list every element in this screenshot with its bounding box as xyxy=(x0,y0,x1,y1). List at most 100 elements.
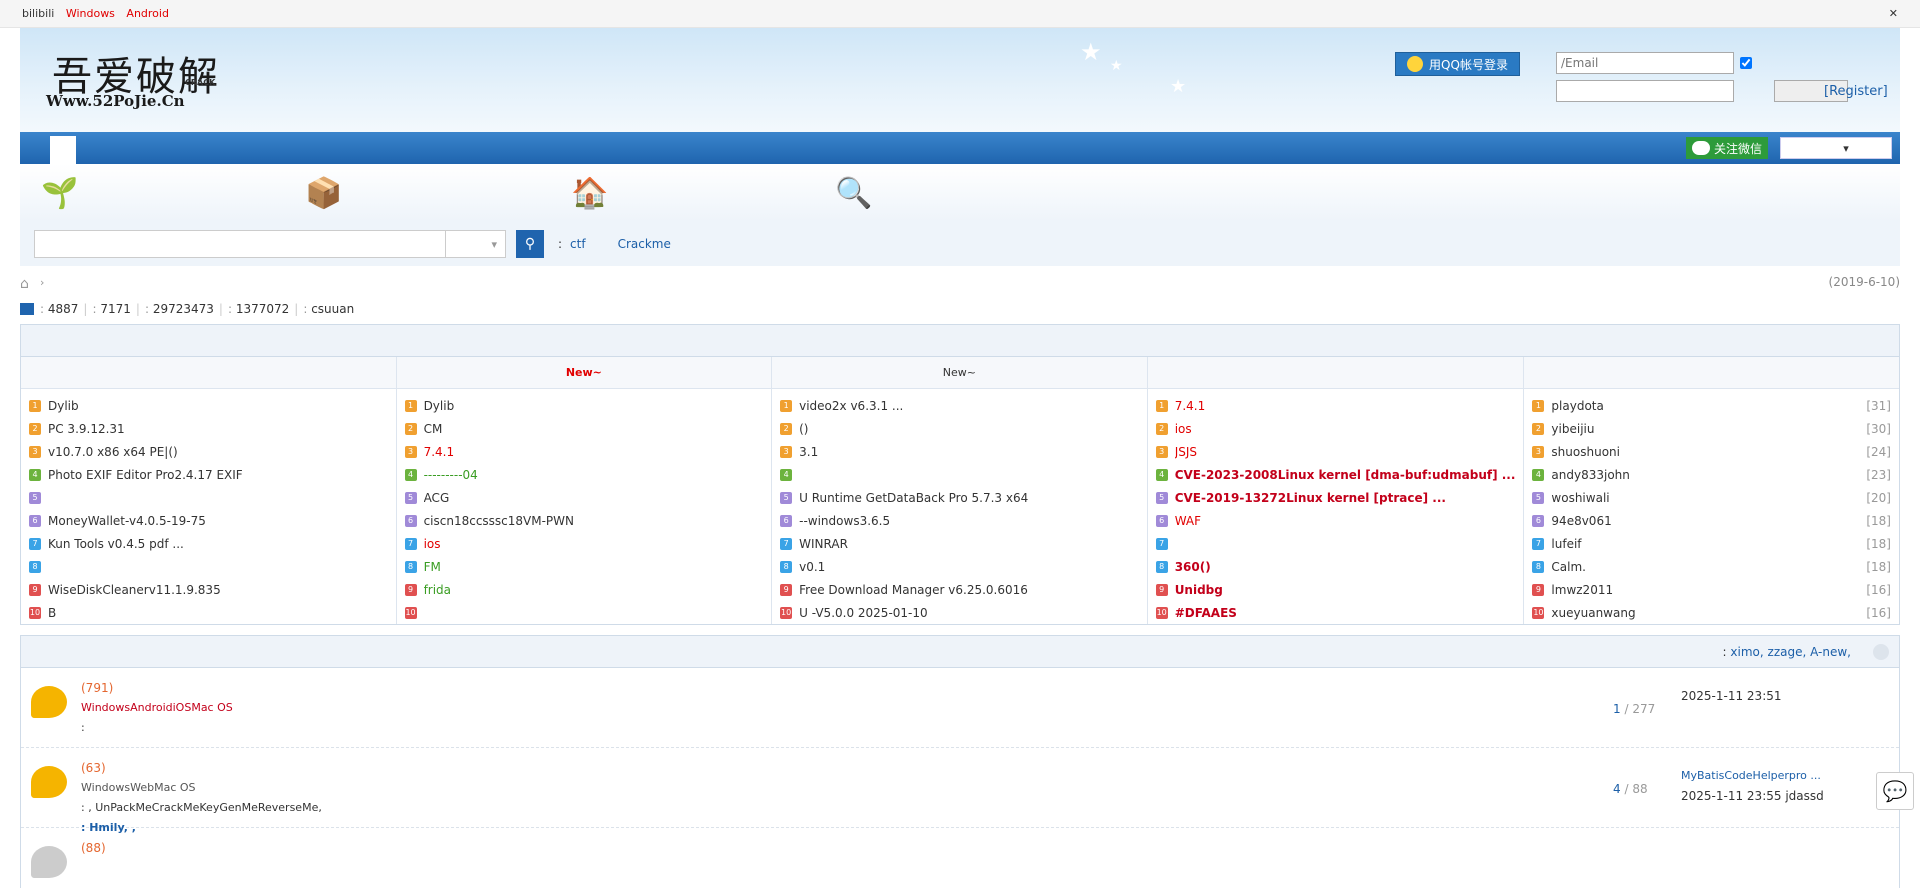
thread-title[interactable]: lmwz2011 xyxy=(1551,583,1613,597)
thread-title[interactable]: U Runtime GetDataBack Pro 5.7.3 x64 xyxy=(799,491,1028,505)
subnav-link[interactable] xyxy=(624,197,696,211)
thread-title[interactable]: WINRAR xyxy=(799,537,848,551)
collapse-toggle[interactable] xyxy=(1873,643,1889,660)
thread-item[interactable]: 3 v10.7.0 x86 x64 PE|() xyxy=(29,440,388,463)
subnav-link[interactable] xyxy=(94,197,166,211)
close-icon[interactable]: ✕ xyxy=(1889,7,1898,20)
last-post-title[interactable]: MyBatisCodeHelperpro ... xyxy=(1681,766,1824,786)
thread-item[interactable]: 1 Dylib xyxy=(404,394,764,417)
nav-item[interactable] xyxy=(128,132,154,164)
subnav-link[interactable] xyxy=(166,197,238,211)
home-icon[interactable]: ⌂ xyxy=(20,276,34,292)
thread-item[interactable]: 1 playdota [31] xyxy=(1532,394,1891,417)
thread-title[interactable]: JSJS xyxy=(1175,445,1197,459)
subnav-link[interactable] xyxy=(888,197,960,211)
thread-item[interactable]: 8 v0.1 xyxy=(780,555,1139,578)
thread-title[interactable]: PC 3.9.12.31 xyxy=(48,422,125,436)
thread-item[interactable]: 6 --windows3.6.5 xyxy=(780,509,1139,532)
thread-item[interactable]: 1 7.4.1 xyxy=(1155,394,1516,417)
thread-item[interactable]: 2 CM xyxy=(404,417,764,440)
forum-icon[interactable] xyxy=(31,686,67,718)
subnav-link[interactable] xyxy=(358,197,430,211)
thread-item[interactable]: 5 CVE-2019-13272Linux kernel [ptrace] ... xyxy=(1155,486,1516,509)
thread-item[interactable]: 8 xyxy=(29,555,388,578)
thread-item[interactable]: 8 360() xyxy=(1155,555,1516,578)
thread-item[interactable]: 3 JSJS xyxy=(1155,440,1516,463)
thread-title[interactable]: andy833john xyxy=(1551,468,1629,482)
thread-item[interactable]: 6 94e8v061 [18] xyxy=(1532,509,1891,532)
thread-title[interactable]: CM xyxy=(424,422,443,436)
site-logo[interactable]: 吾爱破解 CRACK Www.52PoJie.Cn xyxy=(30,42,280,122)
thread-title[interactable]: U -V5.0.0 2025-01-10 xyxy=(799,606,928,620)
thread-title[interactable]: 94e8v061 xyxy=(1551,514,1611,528)
subnav-link[interactable] xyxy=(696,175,768,189)
subnav-link[interactable] xyxy=(502,175,574,189)
thread-item[interactable]: 3 3.1 xyxy=(780,440,1139,463)
thread-title[interactable]: ciscn18ccsssc18VM-PWN xyxy=(424,514,574,528)
thread-item[interactable]: 10 xueyuanwang [16] xyxy=(1532,601,1891,624)
hot-search-link[interactable]: Crackme xyxy=(618,237,671,251)
thread-item[interactable]: 7 xyxy=(1155,532,1516,555)
thread-item[interactable]: 1 video2x v6.3.1 ... xyxy=(780,394,1139,417)
thread-title[interactable]: CVE-2019-13272Linux kernel [ptrace] ... xyxy=(1175,491,1446,505)
thread-item[interactable]: 10 #DFAAES xyxy=(1155,601,1516,624)
subnav-link[interactable] xyxy=(430,175,502,189)
thread-title[interactable]: Kun Tools v0.4.5 pdf ... xyxy=(48,537,184,551)
thread-title[interactable]: 360() xyxy=(1175,560,1211,574)
nav-item[interactable] xyxy=(76,132,102,164)
thread-title[interactable]: ---------04 xyxy=(424,468,478,482)
nav-item[interactable] xyxy=(232,132,258,164)
thread-title[interactable]: Photo EXIF Editor Pro2.4.17 EXIF xyxy=(48,468,243,482)
thread-title[interactable]: shuoshuoni xyxy=(1551,445,1620,459)
wechat-follow-button[interactable]: 关注微信 xyxy=(1685,137,1768,159)
subnav-link[interactable] xyxy=(624,175,696,189)
thread-item[interactable]: 2 () xyxy=(780,417,1139,440)
nav-item[interactable] xyxy=(206,132,232,164)
thread-title[interactable]: Unidbg xyxy=(1175,583,1223,597)
thread-item[interactable]: 7 WINRAR xyxy=(780,532,1139,555)
thread-item[interactable]: 6 MoneyWallet-v4.0.5-19-75 xyxy=(29,509,388,532)
thread-title[interactable]: 7.4.1 xyxy=(1175,399,1206,413)
thread-item[interactable]: 10 U -V5.0.0 2025-01-10 xyxy=(780,601,1139,624)
nav-item[interactable] xyxy=(180,132,206,164)
thread-title[interactable]: () xyxy=(799,422,808,436)
subnav-link[interactable] xyxy=(696,197,768,211)
android-link[interactable]: Android xyxy=(126,7,169,20)
thread-item[interactable]: 9 Free Download Manager v6.25.0.6016 xyxy=(780,578,1139,601)
hot-search-link[interactable]: ctf xyxy=(570,237,586,251)
thread-title[interactable]: Calm. xyxy=(1551,560,1586,574)
subnav-link[interactable] xyxy=(502,197,574,211)
nav-item[interactable] xyxy=(154,132,180,164)
thread-title[interactable]: yibeijiu xyxy=(1551,422,1594,436)
qq-login-button[interactable]: 用QQ帐号登录 xyxy=(1395,52,1520,76)
nav-item[interactable] xyxy=(24,132,50,164)
thread-item[interactable]: 3 7.4.1 xyxy=(404,440,764,463)
thread-item[interactable]: 2 ios xyxy=(1155,417,1516,440)
thread-item[interactable]: 4 Photo EXIF Editor Pro2.4.17 EXIF xyxy=(29,463,388,486)
thread-title[interactable]: 7.4.1 xyxy=(424,445,455,459)
subnav-link[interactable] xyxy=(166,175,238,189)
thread-item[interactable]: 9 WiseDiskCleanerv11.1.9.835 xyxy=(29,578,388,601)
subnav-link[interactable] xyxy=(94,175,166,189)
forum-subforums[interactable]: : xyxy=(81,718,233,738)
thread-title[interactable]: Dylib xyxy=(48,399,79,413)
search-input[interactable] xyxy=(34,230,446,258)
thread-title[interactable]: playdota xyxy=(1551,399,1603,413)
thread-title[interactable]: v10.7.0 x86 x64 PE|() xyxy=(48,445,178,459)
thread-title[interactable]: frida xyxy=(424,583,451,597)
thread-item[interactable]: 5 ACG xyxy=(404,486,764,509)
thread-title[interactable]: CVE-2023-2008Linux kernel [dma-buf:udmab… xyxy=(1175,468,1516,482)
thread-item[interactable]: 2 yibeijiu [30] xyxy=(1532,417,1891,440)
remember-checkbox[interactable] xyxy=(1740,57,1755,69)
thread-title[interactable]: WAF xyxy=(1175,514,1201,528)
nav-select[interactable]: ▾ xyxy=(1780,137,1892,159)
thread-title[interactable]: xueyuanwang xyxy=(1551,606,1635,620)
thread-title[interactable]: MoneyWallet-v4.0.5-19-75 xyxy=(48,514,206,528)
subnav-link[interactable] xyxy=(358,175,430,189)
thread-title[interactable]: woshiwali xyxy=(1551,491,1609,505)
thread-title[interactable]: --windows3.6.5 xyxy=(799,514,890,528)
thread-item[interactable]: 3 shuoshuoni [24] xyxy=(1532,440,1891,463)
thread-item[interactable]: 4 xyxy=(780,463,1139,486)
thread-item[interactable]: 5 woshiwali [20] xyxy=(1532,486,1891,509)
forum-subforums[interactable]: : , UnPackMeCrackMeKeyGenMeReverseMe, xyxy=(81,798,322,818)
